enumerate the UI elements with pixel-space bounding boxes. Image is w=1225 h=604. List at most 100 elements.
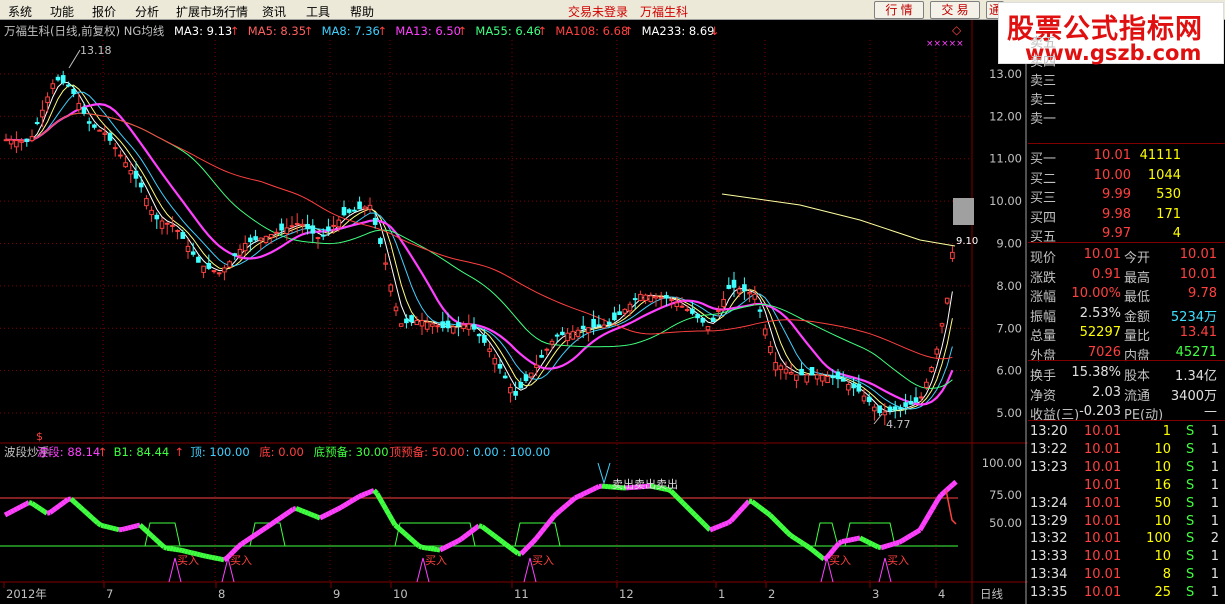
buy-row: 买三 9.99 530 [1028, 186, 1225, 206]
menu-quote[interactable]: 报价 [92, 3, 116, 20]
candle-body [294, 222, 300, 225]
tick-volume: 10 [1154, 459, 1171, 475]
candle-body [86, 121, 92, 124]
menu-help[interactable]: 帮助 [350, 3, 374, 20]
menu-ext-market[interactable]: 扩展市场行情 [176, 3, 248, 20]
menu-tools[interactable]: 工具 [306, 3, 330, 20]
quote-value: 10.00% [1071, 286, 1121, 301]
candle-body [268, 233, 274, 238]
oscillator-segment [687, 507, 694, 514]
candle-body [742, 284, 747, 292]
candle-body [757, 309, 763, 312]
oscillator-segment [929, 503, 938, 511]
menu-news[interactable]: 资讯 [262, 3, 286, 20]
candle-body [648, 295, 654, 303]
y-axis-tick: 12.00 [989, 109, 1022, 123]
oscillator-segment [130, 524, 135, 530]
oscillator-segment [792, 535, 799, 542]
ma-value-label: MA55: 6.46 [475, 24, 541, 38]
stock-name-link[interactable]: 万福生科 [640, 3, 688, 20]
buy-signal-label: 买入 [887, 554, 909, 567]
menu-function[interactable]: 功能 [50, 3, 74, 20]
oscillator-segment [18, 503, 25, 510]
candle-body [539, 354, 544, 358]
oscillator-segment [288, 507, 295, 514]
trade-button[interactable]: 交 易 [930, 1, 980, 19]
oscillator-segment [106, 524, 111, 530]
candle-body [404, 318, 409, 324]
buy-price: 9.98 [1102, 206, 1131, 222]
oscillator-segment [205, 553, 210, 560]
oscillator-segment [759, 506, 766, 513]
quote-label: 最低 [1124, 290, 1151, 305]
candle-body [851, 383, 856, 389]
candle-body [523, 374, 529, 382]
oscillator-segment [46, 510, 51, 516]
candle-body [924, 381, 929, 388]
candle-body [180, 232, 186, 239]
buy-row: 买二 10.00 1044 [1028, 167, 1225, 187]
oscillator-segment [715, 524, 720, 530]
candle-body [487, 348, 492, 352]
candle-body [393, 306, 399, 312]
oscillator-segment [453, 538, 460, 545]
menu-analysis[interactable]: 分析 [135, 3, 159, 20]
oscillator-segment [920, 518, 929, 527]
candle-body [310, 225, 316, 234]
oscillator-segment [276, 515, 283, 522]
oscillator-segment [567, 498, 574, 506]
tick-side: S [1186, 549, 1195, 565]
oscillator-segment [217, 556, 222, 562]
oscillator-segment [841, 538, 846, 545]
arrow-icon: ↓ [710, 24, 720, 38]
kline-chart[interactable]: 13.00 12.00 11.00 10.00 9.00 8.00 7.00 6.00 5.00… [0, 20, 1028, 604]
oscillator-segment [735, 509, 742, 516]
tick-time: 13:34 [1030, 567, 1068, 583]
oscillator-segment [285, 509, 292, 516]
candle-body [300, 223, 305, 227]
indicator-marks: ××××× [926, 39, 964, 49]
market-button[interactable]: 行 情 [874, 1, 924, 19]
x-axis-label: 7 [106, 587, 113, 601]
candle-body [471, 324, 477, 330]
candle-body [279, 223, 284, 231]
buy-price: 9.99 [1102, 187, 1131, 202]
oscillator-segment [255, 529, 262, 536]
candle-body [445, 320, 451, 329]
period-label[interactable]: 日线 [980, 587, 1003, 601]
buy-volume: 1044 [1147, 167, 1181, 183]
candle-body [788, 371, 794, 375]
oscillator-segment [367, 489, 372, 496]
candle-body [107, 133, 113, 141]
candle-body [185, 245, 191, 252]
ma-value-label: MA3: 9.13 [174, 24, 232, 38]
x-axis-label: 1 [718, 587, 725, 601]
oscillator-segment [576, 492, 583, 499]
y-axis-tick: 10.00 [989, 194, 1022, 208]
candle-body [866, 396, 872, 403]
high-price-label: 13.18 [80, 44, 112, 57]
oscillator-segment [348, 498, 355, 505]
quote-row: 涨幅 10.00% 最低 9.78 [1028, 285, 1225, 305]
tick-time: 13:33 [1030, 549, 1068, 565]
oscillator-segment [669, 489, 676, 496]
oscillator-segment [456, 537, 463, 544]
moving-average-line [5, 91, 953, 410]
tick-price: 10.01 [1084, 549, 1122, 565]
candle-body [877, 405, 882, 414]
quote-row: 现价 10.01 今开 10.01 [1028, 246, 1225, 266]
trade-login-link[interactable]: 交易未登录 [568, 3, 628, 20]
tick-side: S [1186, 424, 1195, 439]
oscillator-segment [693, 513, 700, 520]
indicator-value-label: 底预备: 30.00 [314, 445, 389, 459]
oscillator-segment [159, 542, 166, 549]
menu-system[interactable]: 系统 [8, 3, 32, 20]
quote-label: 涨跌 [1030, 270, 1057, 286]
diamond-icon[interactable]: ◇ [952, 23, 962, 37]
oscillator-segment [810, 547, 817, 554]
candle-body [710, 317, 716, 322]
candle-body [352, 209, 357, 212]
tick-count: 1 [1210, 424, 1219, 439]
quote-panel: 卖五 卖四 卖三 卖二 卖一 买一 10.01 41111 买二 10.00 1044 买三 9.99… [1028, 20, 1225, 604]
candle-body [92, 124, 97, 128]
